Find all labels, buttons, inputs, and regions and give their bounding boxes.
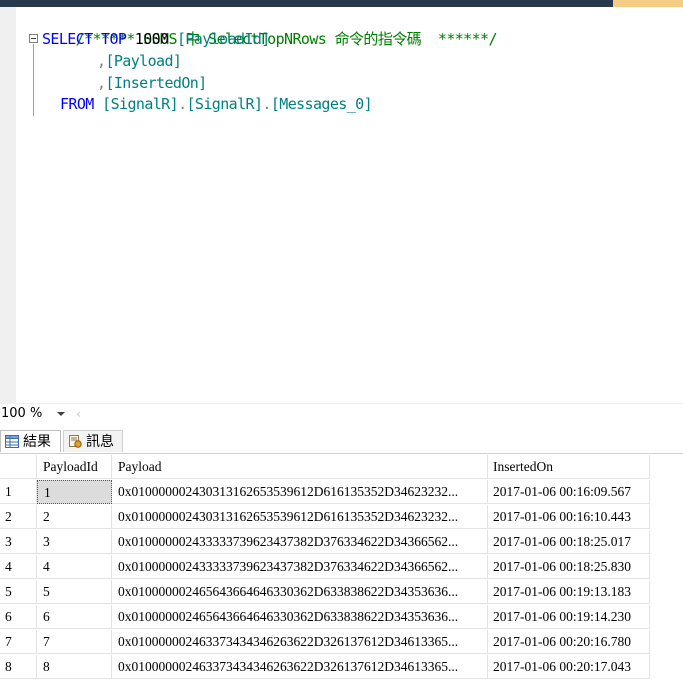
- column-header-insertedon[interactable]: InsertedOn: [488, 455, 650, 479]
- active-document-tab[interactable]: [613, 0, 683, 7]
- table-row[interactable]: 7 7 0x010000002463373434346263622D32613761…: [0, 630, 650, 655]
- payloadid-cell[interactable]: 1: [37, 480, 112, 504]
- dot: .: [262, 95, 271, 113]
- row-number-header[interactable]: [0, 455, 37, 479]
- payloadid-cell[interactable]: 8: [37, 655, 112, 679]
- row-number-cell[interactable]: 3: [0, 530, 37, 554]
- row-number-cell[interactable]: 4: [0, 555, 37, 579]
- payloadid-cell[interactable]: 4: [37, 555, 112, 579]
- window-top-strip: [0, 0, 683, 7]
- payload-cell[interactable]: 0x010000002430313162653539612D616135352D…: [112, 505, 488, 529]
- table-row[interactable]: 2 2 0x010000002430313162653539612D61613535…: [0, 505, 650, 530]
- row-number-cell[interactable]: 6: [0, 605, 37, 629]
- table-row[interactable]: 6 6 0x010000002465643664646330362D63383862…: [0, 605, 650, 630]
- table-row[interactable]: 1 1 0x010000002430313162653539612D61613535…: [0, 480, 650, 505]
- payload-cell[interactable]: 0x010000002463373434346263622D326137612D…: [112, 655, 488, 679]
- table-row[interactable]: 5 5 0x010000002465643664646330362D63383862…: [0, 580, 650, 605]
- payloadid-cell[interactable]: 6: [37, 605, 112, 629]
- row-number-cell[interactable]: 1: [0, 480, 37, 504]
- table-db: [SignalR]: [186, 95, 263, 113]
- collapse-toggle-icon[interactable]: [29, 34, 38, 43]
- payload-cell[interactable]: 0x010000002465643664646330362D633838622D…: [112, 605, 488, 629]
- query-editor[interactable]: /****** SSMS 中 SelectTopNRows 命令的指令碼 ***…: [0, 7, 683, 403]
- top-keyword: TOP: [101, 30, 127, 48]
- payload-cell[interactable]: 0x010000002430313162653539612D616135352D…: [112, 480, 488, 504]
- code-line-comment: /****** SSMS 中 SelectTopNRows 命令的指令碼 ***…: [42, 8, 498, 48]
- code-line-insertedon: ,[InsertedOn]: [97, 73, 207, 94]
- message-icon: [69, 435, 82, 448]
- payload-cell[interactable]: 0x010000002433333739623437382D376334622D…: [112, 530, 488, 554]
- insertedon-cell[interactable]: 2017-01-06 00:19:13.183: [488, 580, 650, 604]
- row-number-cell[interactable]: 7: [0, 630, 37, 654]
- code-line-select: SELECT TOP 1000 [PayloadId]: [42, 29, 270, 50]
- column-header-payload[interactable]: Payload: [112, 455, 488, 479]
- insertedon-cell[interactable]: 2017-01-06 00:20:17.043: [488, 655, 650, 679]
- table-row[interactable]: 4 4 0x010000002433333739623437382D37633462…: [0, 555, 650, 580]
- payloadid-cell[interactable]: 3: [37, 530, 112, 554]
- payload-cell[interactable]: 0x010000002465643664646330362D633838622D…: [112, 580, 488, 604]
- row-number-cell[interactable]: 2: [0, 505, 37, 529]
- top-count: 1000: [134, 30, 169, 48]
- tab-results[interactable]: 結果: [0, 430, 61, 452]
- tab-results-label: 結果: [23, 434, 51, 450]
- payloadid-cell[interactable]: 7: [37, 630, 112, 654]
- table-schema: [SignalR]: [102, 95, 179, 113]
- column-insertedon: [InsertedOn]: [105, 74, 207, 92]
- zoom-dropdown[interactable]: 100 %: [0, 405, 68, 423]
- tab-messages[interactable]: 訊息: [63, 430, 123, 452]
- scroll-left-icon[interactable]: ‹: [76, 407, 81, 421]
- row-number-cell[interactable]: 5: [0, 580, 37, 604]
- payloadid-cell[interactable]: 5: [37, 580, 112, 604]
- insertedon-cell[interactable]: 2017-01-06 00:19:14.230: [488, 605, 650, 629]
- code-line-payload: ,[Payload]: [97, 51, 182, 72]
- code-line-from: FROM [SignalR].[SignalR].[Messages_0]: [60, 94, 373, 115]
- column-payload: [Payload]: [105, 52, 182, 70]
- grid-header-row: PayloadId Payload InsertedOn: [0, 455, 650, 480]
- insertedon-cell[interactable]: 2017-01-06 00:20:16.780: [488, 630, 650, 654]
- select-keyword: SELECT: [42, 30, 93, 48]
- tab-messages-label: 訊息: [86, 434, 114, 450]
- from-keyword: FROM: [60, 95, 94, 113]
- payload-cell[interactable]: 0x010000002463373434346263622D326137612D…: [112, 630, 488, 654]
- table-name: [Messages_0]: [270, 95, 373, 113]
- column-header-payloadid[interactable]: PayloadId: [37, 455, 112, 479]
- results-tabs-bar: 結果 訊息: [0, 426, 683, 454]
- editor-gutter: [0, 7, 16, 403]
- grid-icon: [5, 435, 19, 448]
- insertedon-cell[interactable]: 2017-01-06 00:16:09.567: [488, 480, 650, 504]
- column-payloadid: [PayloadId]: [176, 30, 270, 48]
- payloadid-cell[interactable]: 2: [37, 505, 112, 529]
- table-row[interactable]: 8 8 0x010000002463373434346263622D32613761…: [0, 655, 650, 680]
- payload-cell[interactable]: 0x010000002433333739623437382D376334622D…: [112, 555, 488, 579]
- zoom-bar: 100 % ‹: [0, 403, 683, 424]
- insertedon-cell[interactable]: 2017-01-06 00:16:10.443: [488, 505, 650, 529]
- insertedon-cell[interactable]: 2017-01-06 00:18:25.017: [488, 530, 650, 554]
- collapse-guide-line: [33, 44, 34, 116]
- dot: .: [178, 95, 187, 113]
- zoom-value: 100 %: [1, 406, 43, 421]
- table-row[interactable]: 3 3 0x010000002433333739623437382D37633462…: [0, 530, 650, 555]
- results-grid[interactable]: PayloadId Payload InsertedOn 1 1 0x0100000…: [0, 455, 683, 679]
- insertedon-cell[interactable]: 2017-01-06 00:18:25.830: [488, 555, 650, 579]
- row-number-cell[interactable]: 8: [0, 655, 37, 679]
- chevron-down-icon[interactable]: [57, 412, 65, 416]
